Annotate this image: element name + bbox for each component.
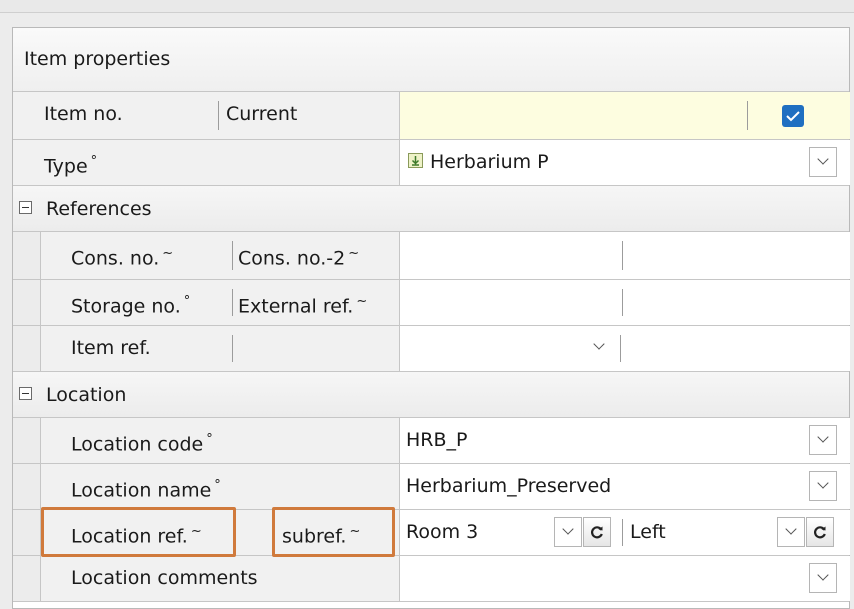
required-marker: ° — [214, 478, 221, 493]
group-references[interactable]: References — [13, 186, 849, 232]
item-ref-2-input[interactable] — [624, 326, 848, 371]
references-title: References — [46, 198, 152, 220]
external-ref-label: External ref. — [238, 295, 354, 318]
location-name-label: Location name — [71, 479, 212, 502]
window-top-edge — [0, 0, 854, 13]
item-ref-select[interactable] — [400, 326, 580, 371]
cons-no-2-label: Cons. no.-2 — [238, 247, 346, 270]
row-storage-no: Storage no. ° External ref. ~ — [13, 280, 850, 326]
external-ref-input[interactable] — [624, 280, 848, 325]
panel-title: Item properties — [24, 48, 171, 70]
cons-no-label: Cons. no. — [71, 247, 160, 270]
type-label: Type — [44, 155, 88, 178]
row-item-no: Item no. Current — [13, 92, 850, 140]
required-marker: ° — [206, 432, 213, 447]
location-name-select[interactable]: Herbarium_Preserved — [399, 464, 850, 509]
cons-no-input[interactable] — [400, 232, 622, 279]
storage-no-input[interactable] — [400, 280, 622, 325]
herbarium-type-icon — [408, 153, 423, 168]
panel-header: Item properties — [13, 28, 849, 92]
chevron-down-icon[interactable] — [809, 563, 837, 593]
row-cons-no: Cons. no. ~ Cons. no.-2 ~ — [13, 232, 850, 280]
chevron-down-icon[interactable] — [809, 425, 837, 455]
chevron-down-icon[interactable] — [809, 147, 837, 177]
chevron-down-icon[interactable] — [809, 471, 837, 501]
chevron-down-icon[interactable] — [586, 333, 614, 363]
location-name-value: Herbarium_Preserved — [406, 475, 612, 497]
type-select[interactable]: Herbarium P — [399, 140, 850, 185]
location-ref-value: Room 3 — [406, 521, 479, 543]
item-no-input[interactable] — [399, 92, 850, 139]
location-code-label: Location code — [71, 433, 204, 456]
item-no-sublabel: Current — [226, 103, 298, 125]
optional-marker: ~ — [349, 524, 361, 539]
location-ref-select[interactable]: Room 3 — [400, 510, 550, 555]
row-location-code: Location code ° HRB_P — [13, 418, 850, 464]
type-value: Herbarium P — [430, 151, 549, 173]
row-location-comments: Location comments — [13, 556, 850, 602]
item-properties-panel: Item properties Item no. Current Type ° H… — [12, 27, 850, 609]
row-item-ref: Item ref. — [13, 326, 850, 372]
location-ref-label: Location ref. — [71, 525, 188, 548]
storage-no-label: Storage no. — [71, 295, 181, 318]
location-subref-value: Left — [630, 521, 666, 543]
location-comments-label: Location comments — [71, 567, 258, 589]
item-no-label: Item no. — [44, 103, 123, 125]
location-code-select[interactable]: HRB_P — [399, 418, 850, 463]
optional-marker: ~ — [190, 524, 202, 539]
location-code-value: HRB_P — [406, 429, 468, 451]
row-location-ref: Location ref. ~ subref. ~ Room 3 Left — [13, 510, 850, 556]
optional-marker: ~ — [162, 246, 174, 261]
location-subref-select[interactable]: Left — [624, 510, 774, 555]
row-type: Type ° Herbarium P — [13, 140, 850, 186]
group-location[interactable]: Location — [13, 372, 849, 418]
row-location-name: Location name ° Herbarium_Preserved — [13, 464, 850, 510]
column-separator — [218, 101, 219, 130]
optional-marker: ~ — [356, 294, 368, 309]
refresh-icon[interactable] — [583, 517, 611, 547]
location-comments-select[interactable] — [399, 556, 850, 601]
refresh-icon[interactable] — [806, 517, 834, 547]
collapse-icon[interactable] — [19, 387, 32, 400]
chevron-down-icon[interactable] — [554, 517, 582, 547]
required-marker: ° — [183, 294, 191, 309]
collapse-icon[interactable] — [19, 201, 32, 214]
required-marker: ° — [90, 154, 98, 169]
cons-no-2-input[interactable] — [624, 232, 848, 279]
location-title: Location — [46, 384, 127, 406]
chevron-down-icon[interactable] — [777, 517, 805, 547]
optional-marker: ~ — [348, 246, 360, 261]
subref-label: subref. — [282, 525, 347, 548]
item-ref-label: Item ref. — [71, 337, 151, 359]
checkbox-checked-icon[interactable] — [782, 105, 804, 127]
